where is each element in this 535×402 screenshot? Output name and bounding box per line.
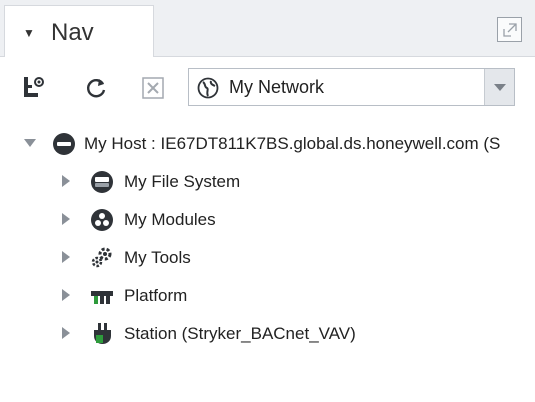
expand-icon[interactable] xyxy=(62,213,70,225)
close-icon xyxy=(142,77,164,99)
tree-link-icon xyxy=(24,77,44,97)
close-button[interactable] xyxy=(139,74,167,102)
tools-icon xyxy=(91,247,112,268)
maximize-icon xyxy=(503,23,517,37)
tree-node-label: My File System xyxy=(124,172,241,191)
chevron-down-icon[interactable] xyxy=(484,69,514,105)
nav-tab-label: Nav xyxy=(51,19,94,46)
maximize-button[interactable] xyxy=(497,17,522,42)
expand-icon[interactable] xyxy=(62,327,70,339)
tree-node-label: Platform xyxy=(124,286,188,305)
tree-node-station[interactable]: Station (Stryker_BACnet_VAV) xyxy=(0,320,535,350)
network-select-value: My Network xyxy=(229,77,325,97)
tree-node-label: My Host : IE67DT811K7BS.global.ds.honeyw… xyxy=(84,134,501,153)
expand-icon[interactable] xyxy=(62,289,70,301)
globe-icon xyxy=(197,77,219,99)
refresh-icon xyxy=(87,79,106,98)
expand-icon[interactable] xyxy=(62,175,70,187)
expand-icon[interactable] xyxy=(24,139,36,147)
tree-node-label: My Tools xyxy=(124,248,191,267)
file-system-icon xyxy=(91,171,113,193)
tree-node-modules[interactable]: My Modules xyxy=(0,206,535,236)
expand-icon[interactable] xyxy=(62,251,70,263)
tree-node-file-system[interactable]: My File System xyxy=(0,168,535,198)
sync-tree-button[interactable] xyxy=(20,74,48,102)
station-icon xyxy=(94,323,111,344)
platform-icon xyxy=(91,291,113,304)
nav-tab[interactable]: ▼ Nav xyxy=(4,5,154,57)
refresh-button[interactable] xyxy=(82,74,110,102)
tree-node-platform[interactable]: Platform xyxy=(0,282,535,312)
tab-dropdown-icon[interactable]: ▼ xyxy=(23,26,35,40)
modules-icon xyxy=(91,209,113,231)
tree-node-tools[interactable]: My Tools xyxy=(0,244,535,274)
host-icon xyxy=(53,133,75,155)
tree-node-my-host[interactable]: My Host : IE67DT811K7BS.global.ds.honeyw… xyxy=(0,130,535,160)
network-select[interactable]: My Network xyxy=(188,68,515,106)
tree-node-label: My Modules xyxy=(124,210,216,229)
tree-node-label: Station (Stryker_BACnet_VAV) xyxy=(124,324,356,343)
